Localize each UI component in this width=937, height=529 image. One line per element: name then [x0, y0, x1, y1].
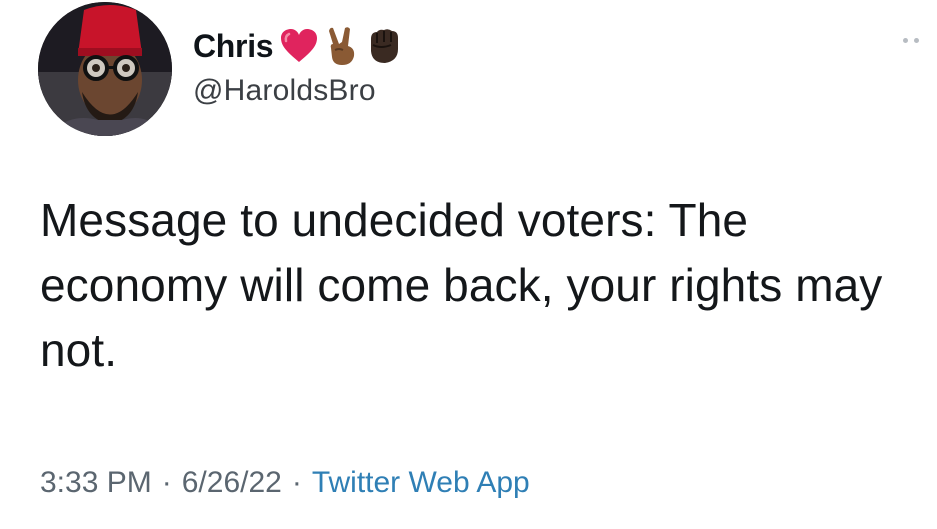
- tweet-card: Chris @HaroldsBro Message to undecided v…: [0, 0, 937, 529]
- meta-separator: ·: [161, 466, 172, 499]
- dot-icon: [914, 38, 919, 43]
- name-row: Chris: [193, 24, 403, 68]
- dot-icon: [903, 38, 908, 43]
- meta-separator: ·: [291, 466, 302, 499]
- tweet-date[interactable]: 6/26/22: [182, 466, 282, 499]
- victory-hand-icon: [325, 26, 359, 66]
- avatar[interactable]: [38, 2, 172, 136]
- more-options-icon[interactable]: [903, 38, 919, 43]
- tweet-text: Message to undecided voters: The economy…: [40, 194, 883, 376]
- tweet-source-link[interactable]: Twitter Web App: [312, 466, 530, 499]
- tweet-meta: 3:33 PM · 6/26/22 · Twitter Web App: [40, 466, 530, 500]
- user-handle[interactable]: @HaroldsBro: [193, 74, 403, 108]
- tweet-time[interactable]: 3:33 PM: [40, 466, 152, 499]
- display-name[interactable]: Chris: [193, 28, 274, 65]
- user-info[interactable]: Chris @HaroldsBro: [193, 24, 403, 108]
- heart-icon: [279, 28, 319, 64]
- raised-fist-icon: [365, 27, 403, 65]
